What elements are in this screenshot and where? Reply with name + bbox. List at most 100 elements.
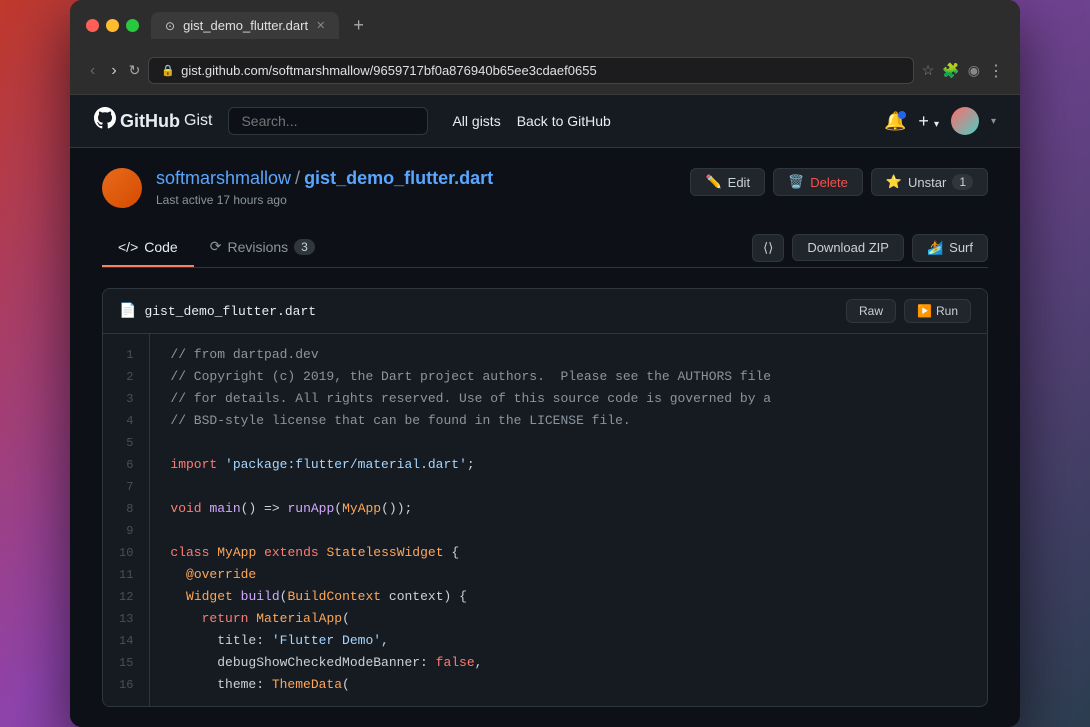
surf-label: Surf [949,240,973,255]
gist-tabs: </> Code ⟳ Revisions 3 ⟨⟩ Download ZIP [102,228,988,268]
delete-button[interactable]: 🗑️ Delete [773,168,863,196]
github-nav: All gists Back to GitHub [452,113,610,129]
code-content: 1 2 3 4 5 6 7 8 9 10 11 12 13 14 [103,334,987,706]
code-line [170,520,967,542]
author-avatar [102,168,142,208]
url-text: gist.github.com/softmarshmallow/9659717b… [181,63,901,78]
code-tab-label: Code [144,239,177,255]
code-actions: Raw ▶️ Run [846,299,971,323]
gist-actions: ✏️ Edit 🗑️ Delete ⭐ Unstar 1 [690,168,988,196]
code-line: // for details. All rights reserved. Use… [170,388,967,410]
close-button[interactable] [86,19,99,32]
line-number: 6 [119,454,133,476]
line-number: 15 [119,652,133,674]
github-text: GitHub [120,111,180,132]
unstar-button[interactable]: ⭐ Unstar 1 [871,168,988,196]
edit-button[interactable]: ✏️ Edit [690,168,765,196]
code-line: void main() => runApp(MyApp()); [170,498,967,520]
minimize-button[interactable] [106,19,119,32]
embed-button[interactable]: ⟨⟩ [752,234,784,262]
gist-meta: softmarshmallow / gist_demo_flutter.dart… [102,168,988,208]
code-tab[interactable]: </> Code [102,229,194,267]
last-active: Last active 17 hours ago [156,193,676,207]
raw-button[interactable]: Raw [846,299,896,323]
line-number: 2 [119,366,133,388]
revisions-count: 3 [294,239,315,255]
line-number: 4 [119,410,133,432]
reload-button[interactable]: ↻ [129,62,141,79]
github-logo[interactable]: GitHub Gist [94,107,212,135]
code-line [170,476,967,498]
notification-badge [898,111,906,119]
line-number: 11 [119,564,133,586]
code-line: debugShowCheckedModeBanner: false, [170,652,967,674]
active-tab[interactable]: ⊙ gist_demo_flutter.dart ✕ [151,12,339,39]
history-icon: ⟳ [210,238,222,255]
edit-label: Edit [728,175,750,190]
extensions-button[interactable]: 🧩 [942,62,959,79]
pencil-icon: ✏️ [705,174,721,190]
title-slash: / [295,168,300,189]
tab-title: gist_demo_flutter.dart [183,18,308,33]
maximize-button[interactable] [126,19,139,32]
line-number: 7 [119,476,133,498]
gist-info: softmarshmallow / gist_demo_flutter.dart… [156,168,676,207]
new-tab-button[interactable]: + [347,15,370,36]
run-button[interactable]: ▶️ Run [904,299,971,323]
line-number: 5 [119,432,133,454]
surf-button[interactable]: 🏄 Surf [912,234,988,262]
delete-label: Delete [810,175,848,190]
chevron-down-icon: ▾ [934,119,939,130]
line-number: 3 [119,388,133,410]
revisions-tab[interactable]: ⟳ Revisions 3 [194,228,331,267]
lock-icon: 🔒 [161,64,175,77]
user-avatar[interactable] [951,107,979,135]
unstar-label: Unstar [908,175,946,190]
back-button[interactable]: ‹ [86,58,99,84]
line-number: 9 [119,520,133,542]
create-button[interactable]: + ▾ [918,111,939,132]
tab-close-button[interactable]: ✕ [316,19,325,32]
notifications-button[interactable]: 🔔 [884,111,906,132]
line-number: 8 [119,498,133,520]
line-number: 13 [119,608,133,630]
forward-button[interactable]: › [107,58,120,84]
star-count: 1 [952,174,973,190]
code-block: 📄 gist_demo_flutter.dart Raw ▶️ Run 1 [102,288,988,707]
line-number: 14 [119,630,133,652]
filename-link[interactable]: gist_demo_flutter.dart [304,168,493,189]
line-number: 16 [119,674,133,696]
code-line: // Copyright (c) 2019, the Dart project … [170,366,967,388]
search-input[interactable] [228,107,428,135]
download-zip-button[interactable]: Download ZIP [792,234,904,261]
tab-bar: ⊙ gist_demo_flutter.dart ✕ + [151,12,1004,39]
gist-text: Gist [184,112,212,130]
run-label: Run [936,304,958,318]
all-gists-link[interactable]: All gists [452,113,500,129]
code-line: return MaterialApp( [170,608,967,630]
profile-button[interactable]: ◉ [968,62,980,79]
tab-favicon: ⊙ [165,19,175,33]
code-line [170,432,967,454]
code-icon: </> [118,239,138,255]
browser-window: ⊙ gist_demo_flutter.dart ✕ + ‹ › ↻ 🔒 gis… [70,0,1020,727]
code-line: import 'package:flutter/material.dart'; [170,454,967,476]
bookmark-button[interactable]: ☆ [922,62,935,79]
code-filename-text: gist_demo_flutter.dart [144,304,316,319]
revisions-tab-label: Revisions [227,239,288,255]
code-line: Widget build(BuildContext context) { [170,586,967,608]
line-number: 1 [119,344,133,366]
author-link[interactable]: softmarshmallow [156,168,291,189]
title-bar: ⊙ gist_demo_flutter.dart ✕ + [70,0,1020,51]
code-line: @override [170,564,967,586]
code-filename: 📄 gist_demo_flutter.dart [119,303,316,320]
tab-actions: ⟨⟩ Download ZIP 🏄 Surf [752,234,988,262]
url-bar[interactable]: 🔒 gist.github.com/softmarshmallow/965971… [148,57,913,84]
browser-menu-button[interactable]: ⋮ [988,61,1004,81]
back-to-github-link[interactable]: Back to GitHub [517,113,611,129]
embed-icon: ⟨⟩ [763,240,773,255]
traffic-lights [86,19,139,32]
avatar-chevron-icon: ▾ [991,116,996,127]
code-line: title: 'Flutter Demo', [170,630,967,652]
address-bar: ‹ › ↻ 🔒 gist.github.com/softmarshmallow/… [70,51,1020,95]
